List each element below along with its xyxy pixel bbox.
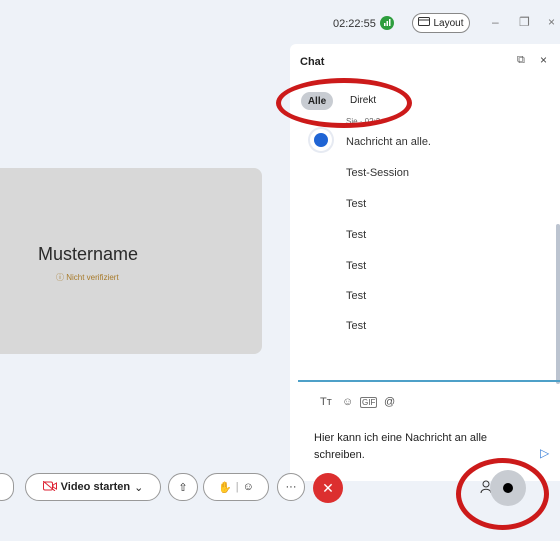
chat-close-icon[interactable]: × xyxy=(540,53,547,67)
close-icon: ✕ xyxy=(322,479,334,496)
window-close-icon[interactable]: × xyxy=(548,15,555,29)
chat-message: Test-Session xyxy=(346,167,409,179)
mention-icon[interactable]: @ xyxy=(384,396,395,408)
info-icon: ⓘ xyxy=(56,273,64,282)
audio-button[interactable] xyxy=(0,473,14,501)
input-divider xyxy=(298,380,560,382)
layout-icon xyxy=(418,17,431,29)
divider: | xyxy=(235,481,239,493)
more-icon: ··· xyxy=(285,481,297,493)
share-icon: ⇧ xyxy=(178,481,188,494)
emoji-icon[interactable]: ☺ xyxy=(342,396,353,408)
layout-label: Layout xyxy=(433,17,464,29)
avatar xyxy=(310,129,332,151)
send-icon[interactable]: ▷ xyxy=(540,446,549,460)
gif-icon[interactable]: GIF xyxy=(360,397,378,408)
chat-message: Test xyxy=(346,260,367,272)
end-call-button[interactable]: ✕ xyxy=(313,473,343,503)
chat-message: Test xyxy=(346,320,367,332)
video-off-icon xyxy=(42,480,57,494)
reactions-group: ✋ | ☺ xyxy=(203,473,269,501)
verification-status: ⓘ Nicht verifiziert xyxy=(56,272,119,283)
highlight-ring xyxy=(456,458,549,530)
share-button[interactable]: ⇧ xyxy=(168,473,198,501)
participant-tile[interactable]: Mustername ⓘ Nicht verifiziert xyxy=(0,168,262,354)
text-format-icon[interactable]: Tт xyxy=(320,396,332,408)
verification-label: Nicht verifiziert xyxy=(66,273,119,282)
participant-name: Mustername xyxy=(38,244,139,264)
reaction-icon[interactable]: ☺ xyxy=(243,481,254,493)
start-video-label: Video starten xyxy=(60,481,131,493)
chat-scrollbar[interactable] xyxy=(556,224,560,384)
meeting-window: 02:22:55 Layout – ❐ × Mustername ⓘ Nicht… xyxy=(0,0,560,541)
highlight-ring xyxy=(276,78,412,128)
restore-icon[interactable]: ❐ xyxy=(519,15,530,29)
chat-title: Chat xyxy=(300,56,325,68)
chevron-down-icon[interactable]: ⌄ xyxy=(134,481,143,494)
chat-message: Nachricht an alle. xyxy=(346,136,431,148)
raise-hand-icon[interactable]: ✋ xyxy=(218,481,232,494)
layout-button[interactable]: Layout xyxy=(412,13,470,33)
popout-icon[interactable]: ⧉ xyxy=(517,54,525,67)
network-status-icon[interactable] xyxy=(380,16,394,30)
user-icon xyxy=(314,133,328,147)
more-options-button[interactable]: ··· xyxy=(277,473,305,501)
meeting-timer: 02:22:55 xyxy=(333,18,376,30)
start-video-button[interactable]: Video starten ⌄ xyxy=(25,473,161,501)
minimize-icon[interactable]: – xyxy=(492,15,499,29)
chat-message: Test xyxy=(346,290,367,302)
title-bar: 02:22:55 Layout – ❐ × xyxy=(0,0,560,44)
chat-message: Test xyxy=(346,229,367,241)
chat-message: Test xyxy=(346,198,367,210)
